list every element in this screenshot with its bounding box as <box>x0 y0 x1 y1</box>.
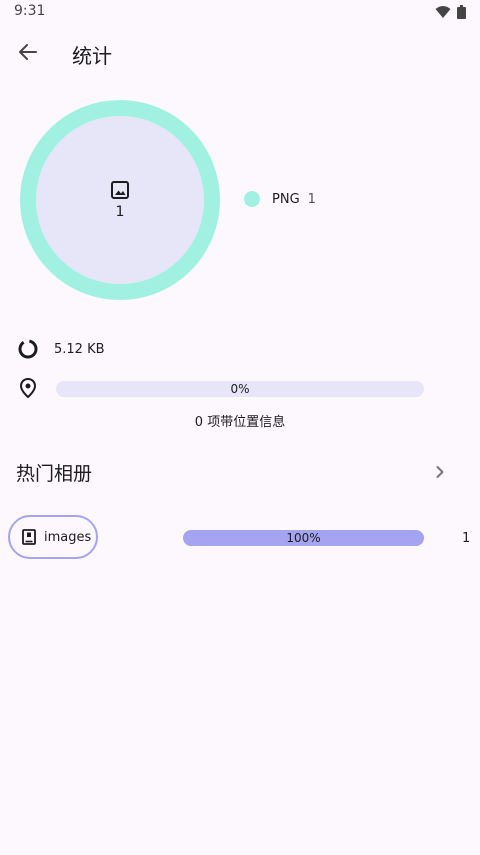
album-percent: 100% <box>286 531 321 545</box>
legend-color-dot <box>244 191 260 207</box>
album-icon <box>22 529 36 545</box>
album-name: images <box>44 529 92 545</box>
data-usage-icon <box>18 339 38 359</box>
legend-value: 1 <box>307 191 316 207</box>
chevron-right-icon <box>436 466 444 478</box>
image-icon <box>111 181 129 199</box>
album-count: 1 <box>462 531 471 546</box>
app-bar: 统计 <box>0 24 480 80</box>
status-time: 9:31 <box>14 3 46 19</box>
legend-item-png[interactable]: PNG 1 <box>244 191 316 207</box>
album-chip-images[interactable]: images <box>8 515 98 559</box>
donut-center: 1 <box>20 100 220 300</box>
status-icons <box>435 5 466 19</box>
status-bar: 9:31 <box>0 0 480 24</box>
section-title: 热门相册 <box>16 463 93 485</box>
page-title: 统计 <box>72 44 112 68</box>
battery-icon <box>457 5 466 19</box>
popular-albums-header[interactable]: 热门相册 <box>0 450 480 492</box>
legend-label: PNG <box>272 191 300 207</box>
donut-center-count: 1 <box>115 204 125 220</box>
location-pin-icon <box>19 377 37 399</box>
back-button[interactable] <box>8 32 48 72</box>
storage-size-row: 5.12 KB <box>16 336 105 362</box>
storage-size: 5.12 KB <box>54 341 105 357</box>
wifi-icon <box>435 6 451 18</box>
location-percent: 0% <box>230 382 250 396</box>
arrow-back-icon <box>19 44 37 60</box>
location-caption: 0 项带位置信息 <box>194 415 286 430</box>
